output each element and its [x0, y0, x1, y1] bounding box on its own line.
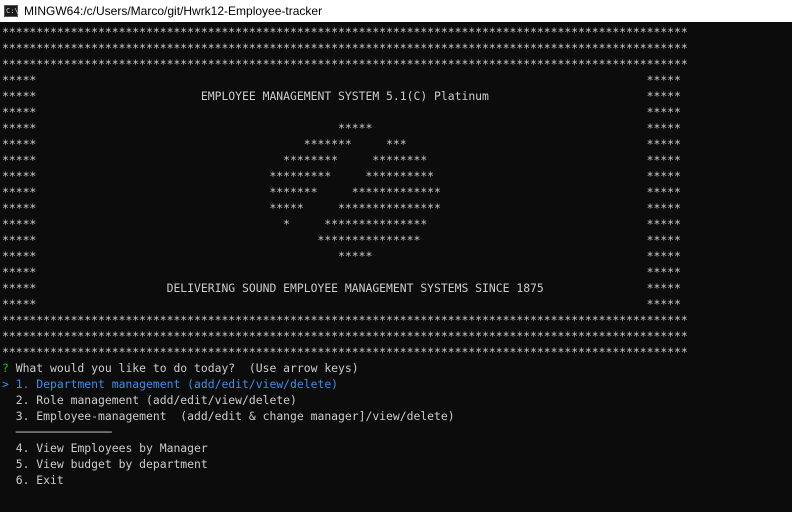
banner-line: ****************************************… [2, 57, 688, 71]
menu-option-label: 6. Exit [15, 473, 64, 487]
menu-option[interactable]: 2. Role management (add/edit/view/delete… [2, 392, 297, 408]
banner-line: ****************************************… [2, 329, 688, 343]
banner-tagline: ***** DELIVERING SOUND EMPLOYEE MANAGEME… [2, 281, 681, 295]
menu-option[interactable]: 3. Employee-management (add/edit & chang… [2, 408, 455, 424]
menu-option-label: 4. View Employees by Manager [15, 441, 208, 455]
menu-option[interactable]: 4. View Employees by Manager [2, 440, 208, 456]
menu-option-label: 2. Role management (add/edit/view/delete… [15, 393, 297, 407]
banner-logo-line: ***** ******* ************* ***** [2, 185, 681, 199]
banner-logo-line: ***** ***** ***** [2, 249, 681, 263]
selection-pointer-icon: > [2, 377, 9, 391]
banner-line: ****************************************… [2, 345, 688, 359]
window-title: MINGW64:/c/Users/Marco/git/Hwrk12-Employ… [24, 4, 323, 18]
banner-title: ***** EMPLOYEE MANAGEMENT SYSTEM 5.1(C) … [2, 89, 681, 103]
menu-option[interactable]: 6. Exit [2, 472, 64, 488]
banner-logo-line: ***** ********* ********** ***** [2, 169, 681, 183]
banner-logo-line: ***** ******* *** ***** [2, 137, 681, 151]
terminal-area[interactable]: ****************************************… [0, 24, 792, 512]
banner-logo-line: ***** * *************** ***** [2, 217, 681, 231]
banner-line: ***** ***** [2, 73, 681, 87]
prompt-line: ? What would you like to do today? (Use … [2, 360, 359, 376]
banner-line: ****************************************… [2, 25, 688, 39]
terminal-app-icon: C:\ [4, 5, 19, 17]
banner-line: ***** ***** [2, 265, 681, 279]
menu-option-label: 3. Employee-management (add/edit & chang… [15, 409, 455, 423]
prompt-question-mark: ? [2, 361, 9, 375]
menu-option-label: 5. View budget by department [15, 457, 208, 471]
banner-line: ****************************************… [2, 41, 688, 55]
menu-separator: ────────────── [15, 425, 112, 439]
prompt-question: What would you like to do today? [8, 361, 236, 375]
banner-logo-line: ***** *************** ***** [2, 233, 681, 247]
banner-logo-line: ***** ***** ***** [2, 121, 681, 135]
banner-line: ***** ***** [2, 105, 681, 119]
banner-line: ***** ***** [2, 297, 681, 311]
window-titlebar: C:\ MINGW64:/c/Users/Marco/git/Hwrk12-Em… [0, 0, 792, 22]
banner-logo-line: ***** ***** *************** ***** [2, 201, 681, 215]
banner-logo-line: ***** ******** ******** ***** [2, 153, 681, 167]
menu-option-label: 1. Department management (add/edit/view/… [15, 377, 339, 391]
menu-option[interactable]: 5. View budget by department [2, 456, 208, 472]
menu-option-selected[interactable]: > 1. Department management (add/edit/vie… [2, 376, 338, 392]
prompt-hint: (Use arrow keys) [235, 361, 359, 375]
banner-line: ****************************************… [2, 313, 688, 327]
